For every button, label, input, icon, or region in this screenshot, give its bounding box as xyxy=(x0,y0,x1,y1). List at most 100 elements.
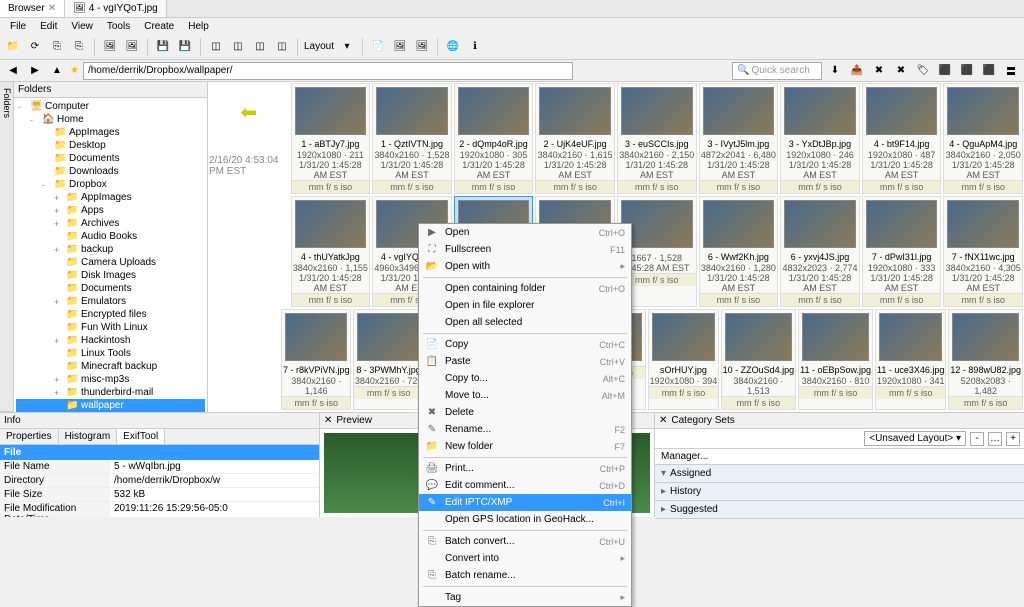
thumbnail[interactable]: 11 - oEBpSow.jpg3840x2160 · 810mm f/ s i… xyxy=(798,309,873,410)
thumbnail[interactable]: sOrHUY.jpg1920x1080 · 394mm f/ s iso xyxy=(648,309,718,410)
tree-node[interactable]: +📁Hackintosh xyxy=(16,334,205,347)
tool-icon[interactable]: ⟳ xyxy=(26,38,44,56)
thumbnail[interactable]: 3 - IVytJ5lm.jpg4872x2041 · 6,4801/31/20… xyxy=(699,83,779,194)
tree-node[interactable]: 📁Encrypted files xyxy=(16,308,205,321)
layout-minus-button[interactable]: - xyxy=(970,432,984,446)
menu-item[interactable]: 📋PasteCtrl+V xyxy=(419,353,631,370)
tree-node[interactable]: 📁Fun With Linux xyxy=(16,321,205,334)
tool-icon[interactable]: 💾 xyxy=(154,38,172,56)
thumbnail[interactable]: 4 - thUYatkJpg3840x2160 · 1,1551/31/20 1… xyxy=(291,196,371,307)
menu-item[interactable]: Open GPS location in GeoHack... xyxy=(419,511,631,528)
tool-icon[interactable]: 〓 xyxy=(1002,62,1020,80)
close-icon[interactable]: ✕ xyxy=(48,3,56,14)
menu-item[interactable]: Tag xyxy=(419,589,631,606)
menu-item[interactable]: Open containing folderCtrl+O xyxy=(419,280,631,297)
tree-node[interactable]: 📁AppImages xyxy=(16,126,205,139)
thumbnail[interactable]: 6 - Wwf2Kh.jpg3840x2160 · 1,2801/31/20 1… xyxy=(699,196,779,307)
menu-item[interactable]: Copy to...Alt+C xyxy=(419,370,631,387)
menu-item[interactable]: 📁New folderF7 xyxy=(419,438,631,455)
layout-plus-button[interactable]: + xyxy=(1006,432,1020,446)
tree-node[interactable]: 📁Camera Uploads xyxy=(16,256,205,269)
tree-node[interactable]: 📁Minecraft backup xyxy=(16,360,205,373)
folder-tree[interactable]: -🖥Computer-🏠Home📁AppImages📁Desktop📁Docum… xyxy=(14,98,207,412)
tool-icon[interactable]: ✖ xyxy=(870,62,888,80)
tree-node[interactable]: +📁AppImages xyxy=(16,191,205,204)
tree-node[interactable]: +📁misc-mp3s xyxy=(16,373,205,386)
nav-up-icon[interactable]: ▲ xyxy=(48,62,66,80)
tool-icon[interactable]: 🖼 xyxy=(413,38,431,56)
menu-item[interactable]: ✖Delete xyxy=(419,404,631,421)
menu-item[interactable]: ▶OpenCtrl+O xyxy=(419,224,631,241)
tool-icon[interactable]: 💾 xyxy=(176,38,194,56)
tool-icon[interactable]: ✖ xyxy=(892,62,910,80)
tool-icon[interactable]: ◫ xyxy=(207,38,225,56)
tree-node[interactable]: +📁thunderbird-mail xyxy=(16,386,205,399)
thumbnail[interactable]: 6 - yxvj4JS.jpg4832x2023 · 2,7741/31/20 … xyxy=(780,196,860,307)
tool-icon[interactable]: 🖼 xyxy=(123,38,141,56)
thumbnail[interactable]: 4 - QguApM4.jpg3840x2160 · 2,0501/31/20 … xyxy=(943,83,1023,194)
tree-node[interactable]: -🖥Computer xyxy=(16,100,205,113)
tab-exiftool[interactable]: ExifTool xyxy=(117,429,165,444)
menu-item[interactable]: Move to...Alt+M xyxy=(419,387,631,404)
thumbnail[interactable]: 2 - dQmp4oR.jpg1920x1080 · 3051/31/20 1:… xyxy=(454,83,534,194)
thumbnail[interactable]: 7 - r8kVPiVN.jpg3840x2160 · 1,146mm f/ s… xyxy=(281,309,352,410)
nav-back-icon[interactable]: ◀ xyxy=(4,62,22,80)
star-icon[interactable]: ★ xyxy=(70,65,79,76)
tree-node[interactable]: 📁Documents xyxy=(16,282,205,295)
tool-icon[interactable]: ⬇ xyxy=(826,62,844,80)
thumbnail[interactable]: 3 - YxDtJBp.jpg1920x1080 · 2461/31/20 1:… xyxy=(780,83,860,194)
menu-item[interactable]: ⎘Batch convert...Ctrl+U xyxy=(419,533,631,550)
menu-create[interactable]: Create xyxy=(138,20,180,32)
thumbnail[interactable]: 3 - euSCCIs.jpg3840x2160 · 2,1501/31/20 … xyxy=(617,83,697,194)
tool-icon[interactable]: 📁 xyxy=(4,38,22,56)
menu-item[interactable]: Open in file explorer xyxy=(419,297,631,314)
tree-node[interactable]: +📁Archives xyxy=(16,217,205,230)
menu-item[interactable]: 🖨Print...Ctrl+P xyxy=(419,460,631,477)
tool-icon[interactable]: ◫ xyxy=(273,38,291,56)
cat-assigned[interactable]: ▾Assigned xyxy=(655,465,1024,483)
sidetab-favorites[interactable]: Favorites xyxy=(0,82,1,412)
tool-icon[interactable]: ⬛ xyxy=(958,62,976,80)
tool-icon[interactable]: ⎘ xyxy=(48,38,66,56)
tree-node[interactable]: 📁Linux Tools xyxy=(16,347,205,360)
layout-ellipsis-button[interactable]: … xyxy=(988,432,1002,446)
tree-node[interactable]: +📁backup xyxy=(16,243,205,256)
tree-node[interactable]: -📁Dropbox xyxy=(16,178,205,191)
menu-item[interactable]: 📄CopyCtrl+C xyxy=(419,336,631,353)
cat-history[interactable]: ▸History xyxy=(655,483,1024,501)
tool-icon[interactable]: 🖼 xyxy=(101,38,119,56)
tab-browser[interactable]: Browser✕ xyxy=(0,0,65,17)
up-folder[interactable]: ⬅2/16/20 4:53:04 PM EST xyxy=(209,83,289,194)
tool-icon[interactable]: ℹ xyxy=(466,38,484,56)
tree-node[interactable]: 📁Audio Books xyxy=(16,230,205,243)
menu-item[interactable]: 📂Open with xyxy=(419,258,631,275)
sidetab-folders[interactable]: Folders xyxy=(1,82,13,412)
cat-suggested[interactable]: ▸Suggested xyxy=(655,501,1024,519)
thumbnail[interactable]: 1 - aBTJy7.jpg1920x1080 · 2111/31/20 1:4… xyxy=(291,83,371,194)
menu-edit[interactable]: Edit xyxy=(34,20,63,32)
menu-item[interactable]: Convert into xyxy=(419,550,631,567)
thumbnail[interactable]: 7 - fNX11wc.jpg3840x2160 · 4,3051/31/20 … xyxy=(943,196,1023,307)
thumbnail[interactable]: 11 - uce3X46.jpg1920x1080 · 341mm f/ s i… xyxy=(875,309,946,410)
menu-item[interactable]: ⎘Batch rename... xyxy=(419,567,631,584)
path-input[interactable]: /home/derrik/Dropbox/wallpaper/ xyxy=(83,62,573,80)
tool-icon[interactable]: 📄 xyxy=(369,38,387,56)
context-menu[interactable]: ▶OpenCtrl+O⛶FullscreenF11📂Open withOpen … xyxy=(418,223,632,607)
menu-item[interactable]: ✎Edit IPTC/XMPCtrl+I xyxy=(419,494,631,511)
manager-link[interactable]: Manager... xyxy=(655,449,1024,465)
menu-file[interactable]: File xyxy=(4,20,32,32)
tool-icon[interactable]: 🏷 xyxy=(914,62,932,80)
thumbnail[interactable]: 10 - ZZOuSd4.jpg3840x2160 · 1,513mm f/ s… xyxy=(721,309,797,410)
menu-item[interactable]: Open all selected xyxy=(419,314,631,331)
menu-item[interactable]: 💬Edit comment...Ctrl+D xyxy=(419,477,631,494)
menu-help[interactable]: Help xyxy=(182,20,215,32)
layout-dropdown-icon[interactable]: ▾ xyxy=(338,38,356,56)
tree-node[interactable]: +📁Emulators xyxy=(16,295,205,308)
thumbnail[interactable]: 2 - UjK4eUF.jpg3840x2160 · 1,6151/31/20 … xyxy=(535,83,615,194)
tab-properties[interactable]: Properties xyxy=(0,429,59,444)
tab-image[interactable]: 🖼4 - vgIYQoT.jpg xyxy=(65,0,167,17)
tree-node[interactable]: +📁Apps xyxy=(16,204,205,217)
tool-icon[interactable]: ◫ xyxy=(251,38,269,56)
tool-icon[interactable]: 🖼 xyxy=(391,38,409,56)
tool-icon[interactable]: ◫ xyxy=(229,38,247,56)
